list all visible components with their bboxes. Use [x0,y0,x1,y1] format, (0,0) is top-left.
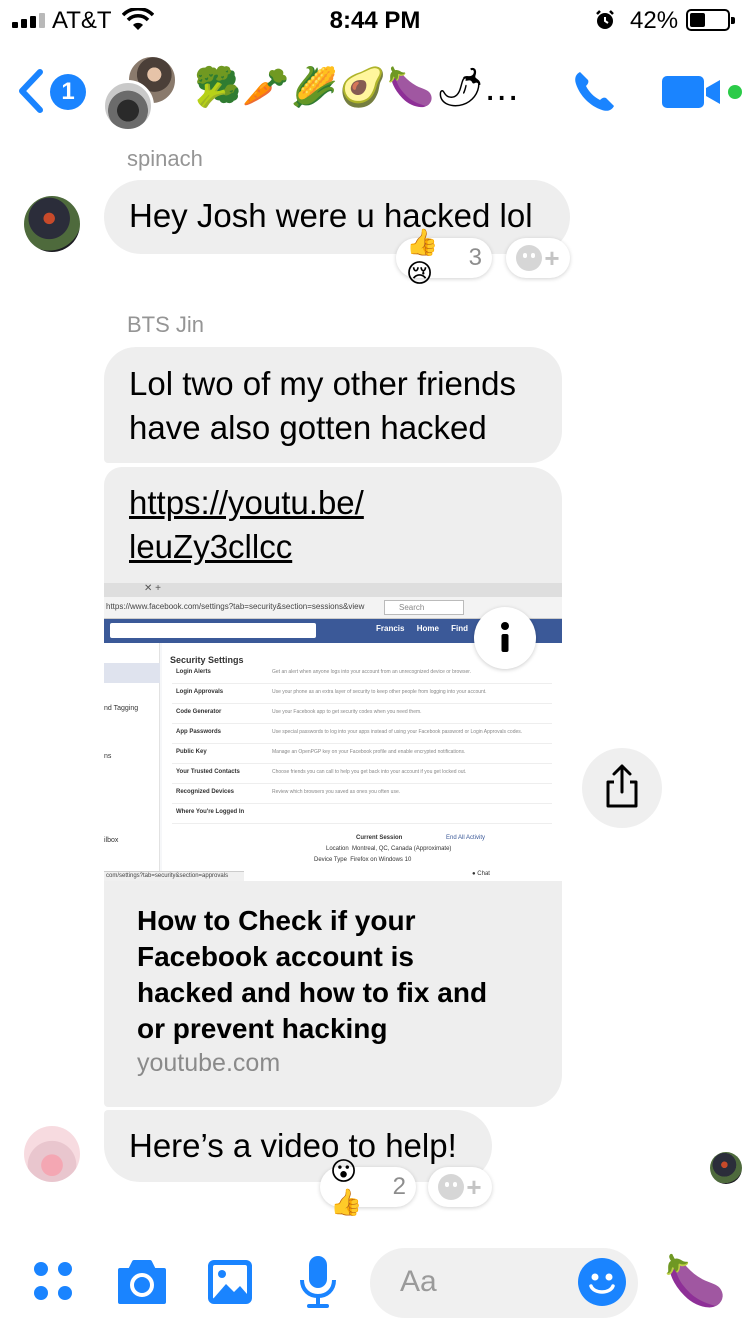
status-bar: AT&T 8:44 PM 42% [0,0,750,40]
emoji-icon [589,1273,615,1294]
fb-search-box [110,623,316,638]
fb-settings-panel: Security Settings Login Alerts Get an ale… [162,643,562,881]
online-status-dot [728,85,742,99]
video-camera-icon[interactable] [662,72,726,112]
link-domain: youtube.com [137,1049,281,1077]
message-text: Hey Josh were u hacked lol [129,197,533,234]
browser-tabbar: ✕ + [104,583,562,597]
reaction-emojis: 👍😢 [406,227,439,288]
reaction-summary[interactable]: 😮👍 2 [320,1156,416,1217]
info-icon [501,622,509,652]
settings-row-divider [172,783,552,784]
message-bubble[interactable]: Lol two of my other friends have also go… [104,347,562,463]
reaction-summary[interactable]: 👍😢 3 [396,227,492,288]
settings-row-divider [172,763,552,764]
thread-title[interactable]: 🥦🥕🌽🥑🍆🌶... [194,66,520,110]
settings-row-label: Login Alerts [176,669,211,675]
read-receipt-avatar [710,1152,742,1184]
settings-row-description: Get an alert when anyone logs into your … [272,669,472,675]
link-title[interactable]: How to Check if your Facebook account is… [137,903,537,1047]
emoji-button[interactable] [578,1258,626,1306]
info-button[interactable] [474,607,536,669]
address-text: https://www.facebook.com/settings?tab=se… [106,602,365,611]
message-text-line: have also gotten hacked [129,409,487,446]
microphone-icon[interactable] [298,1254,338,1310]
settings-row-label: Public Key [176,749,207,755]
settings-row-divider [172,823,552,824]
settings-row-divider [172,703,552,704]
share-icon [606,764,638,808]
settings-row-label: Where You're Logged In [176,809,245,815]
message-text-line: Lol two of my other friends [129,365,517,402]
settings-row-label: Recognized Devices [176,789,235,795]
settings-row-description: Use your phone as an extra layer of secu… [272,689,487,695]
battery-icon [686,9,735,31]
sender-name: spinach [127,146,203,171]
reaction-count: 3 [468,244,482,271]
add-reaction-button[interactable]: + [506,238,570,278]
share-button[interactable] [582,748,662,828]
settings-row-label: Login Approvals [176,689,224,695]
settings-row-label: Code Generator [176,709,222,715]
phone-icon[interactable] [570,68,618,116]
settings-row-description: Choose friends you can call to help you … [272,769,467,775]
settings-row-description: Review which browsers you saved as ones … [272,789,401,795]
add-reaction-icon [516,245,543,271]
settings-row-description: Use your Facebook app to get security co… [272,709,422,715]
sender-avatar[interactable] [24,196,80,252]
add-reaction-icon [438,1174,465,1200]
sender-name: BTS Jin [127,312,205,337]
settings-row-divider [172,743,552,744]
add-reaction-button[interactable]: + [428,1167,492,1207]
group-avatar-bottom[interactable] [102,80,154,132]
quick-reaction-button[interactable]: 🍆 [664,1252,726,1311]
settings-row-label: Your Trusted Contacts [176,769,240,775]
message-text: Here’s a video to help! [129,1127,457,1164]
battery-percent: 42% [630,7,679,34]
reaction-count: 2 [392,1173,406,1200]
settings-row-description: Use special passwords to log into your a… [272,729,523,735]
reaction-emojis: 😮👍 [330,1156,363,1217]
settings-title: Security Settings [170,655,244,665]
message-input-placeholder: Aa [400,1265,437,1298]
settings-row-divider [172,683,552,684]
link-url[interactable]: https://youtu.be/ leuZy3cllcc [129,481,429,569]
browser-search: Search [384,600,464,615]
message-bubble[interactable]: Hey Josh were u hacked lol [104,180,570,254]
settings-row-divider [172,723,552,724]
message-composer: Aa 🍆 [0,1230,750,1334]
unread-count-badge[interactable]: 1 [50,74,86,110]
link-preview-card[interactable]: https://youtu.be/ leuZy3cllcc ✕ + https:… [104,467,562,1107]
settings-row-description: Manage an OpenPGP key on your Facebook p… [272,749,466,755]
conversation-header: 1 🥦🥕🌽🥑🍆🌶... [0,40,750,140]
photo-icon[interactable] [206,1258,254,1306]
alarm-icon [596,10,614,29]
sender-avatar[interactable] [24,1126,80,1182]
camera-icon[interactable] [116,1258,168,1306]
apps-grid-icon[interactable] [32,1260,76,1304]
fb-left-nav: nd Tagging ns ilbox [104,643,160,881]
settings-row-divider [172,803,552,804]
tab-close-icon: ✕ + [144,583,161,594]
settings-row-label: App Passwords [176,729,222,735]
